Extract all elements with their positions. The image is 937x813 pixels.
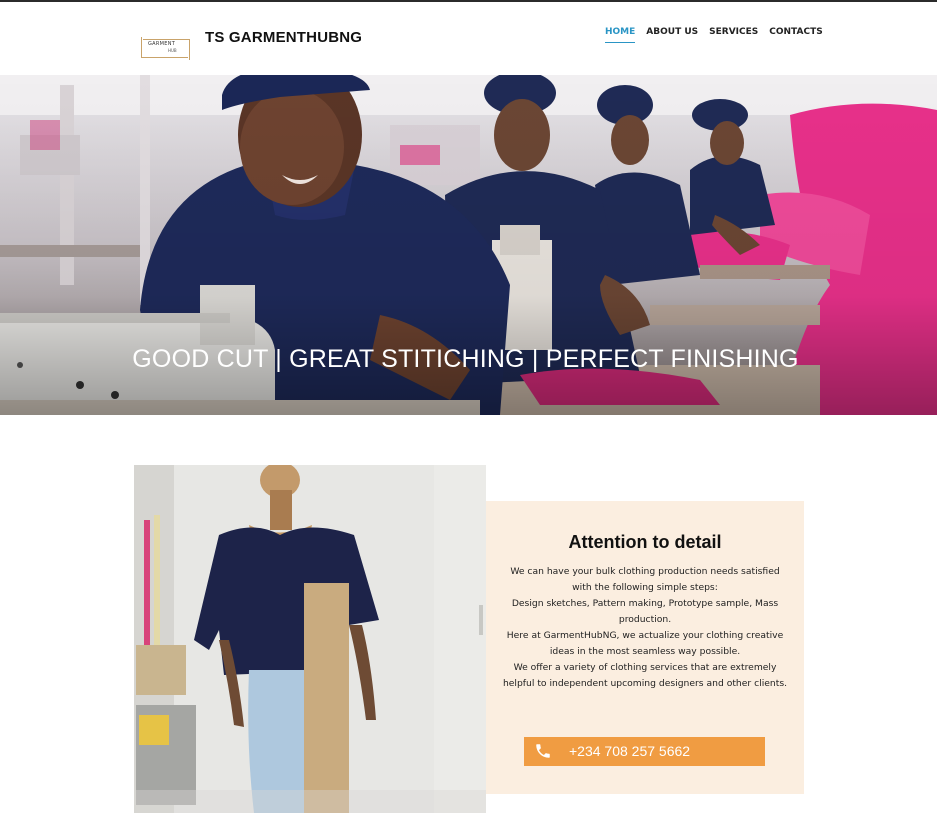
- top-border: [0, 0, 937, 2]
- logo-line-2: HUB: [168, 48, 177, 53]
- hero-tagline: GOOD CUT | GREAT STITICHING | PERFECT FI…: [0, 345, 937, 374]
- hero-tagline-text: GOOD CUT | GREAT STITICHING | PERFECT FI…: [132, 345, 799, 373]
- phone-number: +234 708 257 5662: [569, 743, 691, 759]
- phone-call-button[interactable]: +234 708 257 5662: [524, 737, 765, 766]
- main-nav: HOME ABOUT US SERVICES CONTACTS: [605, 27, 834, 43]
- feature-paragraph: Here at GarmentHubNG, we actualize your …: [506, 630, 784, 657]
- brand-name[interactable]: TS GARMENTHUBNG: [205, 29, 362, 46]
- dress-photo: [134, 465, 486, 813]
- nav-services[interactable]: SERVICES: [709, 27, 758, 43]
- site-logo[interactable]: GARMENT HUB: [141, 37, 190, 60]
- nav-contacts[interactable]: CONTACTS: [769, 27, 822, 43]
- feature-paragraph: Design sketches, Pattern making, Prototy…: [511, 598, 779, 625]
- logo-line-1: GARMENT: [148, 41, 176, 47]
- feature-paragraph: We offer a variety of clothing services …: [502, 662, 788, 689]
- feature-panel: Attention to detail We can have your bul…: [486, 501, 804, 794]
- feature-title: Attention to detail: [568, 532, 722, 552]
- dress-mannequin-image: [134, 465, 486, 813]
- feature-paragraph: We can have your bulk clothing productio…: [510, 566, 780, 593]
- feature-description: We can have your bulk clothing productio…: [502, 564, 788, 692]
- hero-banner: GOOD CUT | GREAT STITICHING | PERFECT FI…: [0, 75, 937, 415]
- nav-about-us[interactable]: ABOUT US: [646, 27, 698, 43]
- nav-home[interactable]: HOME: [605, 27, 636, 43]
- phone-icon: [536, 744, 550, 758]
